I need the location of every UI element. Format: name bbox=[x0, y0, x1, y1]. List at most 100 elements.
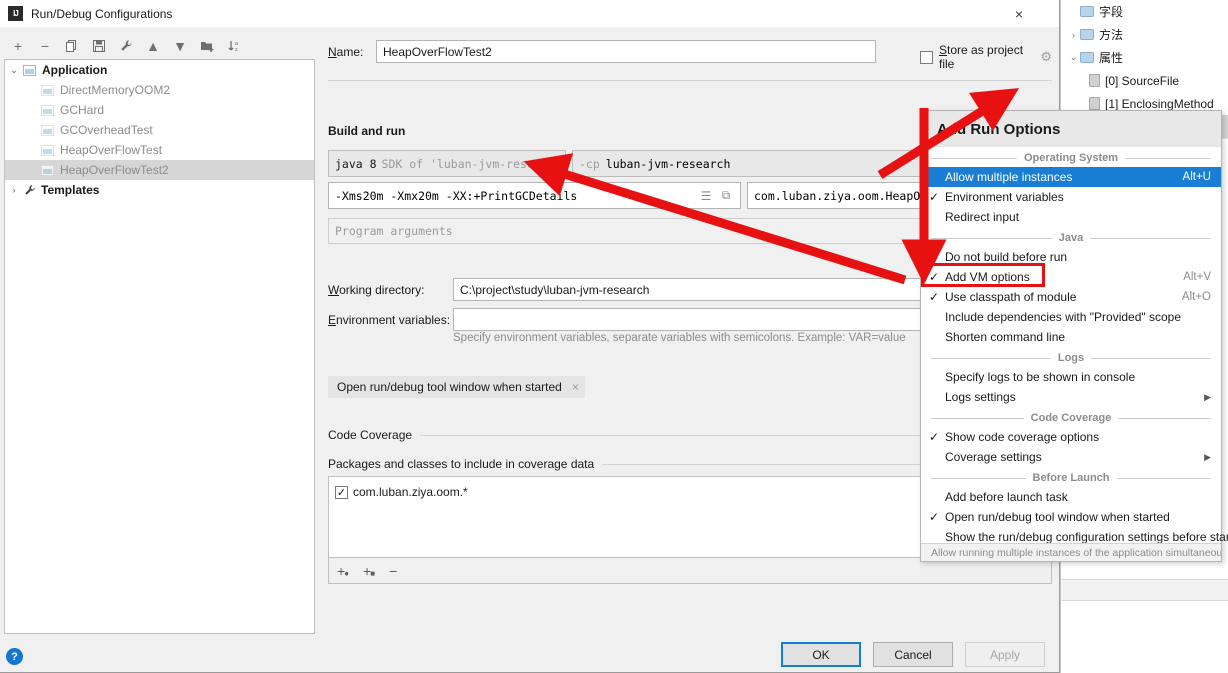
add-package-button[interactable]: + ■ bbox=[363, 563, 375, 579]
menu-group-title: Operating System bbox=[1023, 152, 1119, 164]
menu-item[interactable]: Add before launch task bbox=[921, 487, 1221, 507]
chevron-right-icon: ▶ bbox=[1204, 451, 1211, 462]
tree-group-label: Application bbox=[42, 63, 108, 77]
menu-item[interactable]: ✓ Use classpath of module Alt+O bbox=[921, 287, 1221, 307]
bg-tree-row[interactable]: ⌄ 属性 bbox=[1061, 46, 1228, 69]
bg-tree-label: [0] SourceFile bbox=[1105, 73, 1180, 88]
help-button[interactable]: ? bbox=[6, 648, 23, 665]
run-configuration-icon bbox=[41, 84, 54, 96]
classpath-flag: -cp bbox=[579, 156, 600, 171]
cancel-button[interactable]: Cancel bbox=[873, 642, 953, 667]
menu-item-label: Show code coverage options bbox=[945, 430, 1100, 444]
move-into-folder-button[interactable] bbox=[195, 35, 219, 57]
menu-item[interactable]: Include dependencies with "Provided" sco… bbox=[921, 307, 1221, 327]
bg-tree-row[interactable]: 字段 bbox=[1061, 0, 1228, 23]
menu-item-label: Logs settings bbox=[945, 390, 1016, 404]
bg-tree-label: 属性 bbox=[1099, 51, 1124, 65]
divider bbox=[328, 80, 1052, 81]
save-configuration-button[interactable] bbox=[87, 35, 111, 57]
group-rule bbox=[1091, 357, 1211, 359]
remove-pattern-button[interactable]: − bbox=[389, 563, 397, 579]
menu-item[interactable]: ✓ Open run/debug tool window when started bbox=[921, 507, 1221, 527]
add-configuration-button[interactable]: + bbox=[6, 35, 30, 57]
chevron-icon[interactable]: › bbox=[1067, 30, 1080, 40]
open-tool-window-chip[interactable]: Open run/debug tool window when started … bbox=[328, 376, 585, 398]
environment-variables-label: Environment variables: bbox=[328, 312, 451, 327]
chevron-icon[interactable]: ⌄ bbox=[1067, 52, 1080, 63]
ok-button[interactable]: OK bbox=[781, 642, 861, 667]
tree-group-templates[interactable]: › Templates bbox=[5, 180, 314, 200]
group-rule bbox=[931, 477, 1026, 479]
menu-item[interactable]: Coverage settings ▶ bbox=[921, 447, 1221, 467]
working-directory-label: Working directory: bbox=[328, 282, 425, 297]
bg-band bbox=[1061, 579, 1228, 601]
tree-item[interactable]: DirectMemoryOOM2 bbox=[5, 80, 314, 100]
sdk-sub-label: SDK of 'luban-jvm-research' m bbox=[381, 156, 566, 171]
expand-editor-icon[interactable]: ⧉ bbox=[716, 188, 736, 203]
chip-label: Open run/debug tool window when started bbox=[337, 380, 562, 394]
bg-tree-row[interactable]: [0] SourceFile bbox=[1061, 69, 1228, 92]
run-configuration-icon bbox=[41, 144, 54, 156]
remove-configuration-button[interactable]: − bbox=[33, 35, 57, 57]
tree-item[interactable]: GCHard bbox=[5, 100, 314, 120]
chevron-down-icon[interactable]: ⌄ bbox=[5, 65, 23, 76]
sort-configurations-button[interactable]: az bbox=[222, 35, 246, 57]
annotation-box-add-vm-options bbox=[921, 263, 1045, 287]
configurations-tree[interactable]: ⌄ Application DirectMemoryOOM2 GCHard GCOv… bbox=[4, 59, 315, 634]
menu-item[interactable]: Redirect input bbox=[921, 207, 1221, 227]
macro-icon[interactable]: ☰ bbox=[696, 189, 716, 203]
menu-item[interactable]: Logs settings ▶ bbox=[921, 387, 1221, 407]
coverage-pattern-label: com.luban.ziya.oom.* bbox=[353, 485, 468, 499]
check-icon: ✓ bbox=[929, 290, 940, 304]
copy-configuration-button[interactable] bbox=[60, 35, 84, 57]
menu-status-bar: Allow running multiple instances of the … bbox=[921, 543, 1221, 561]
menu-item-label: Open run/debug tool window when started bbox=[945, 510, 1170, 524]
bg-tree-row[interactable]: › 方法 bbox=[1061, 23, 1228, 46]
coverage-pattern-checkbox[interactable]: ✓ bbox=[335, 485, 348, 499]
edit-templates-button[interactable] bbox=[114, 35, 138, 57]
tree-item[interactable]: HeapOverFlowTest bbox=[5, 140, 314, 160]
menu-item-label: Show the run/debug configuration setting… bbox=[945, 530, 1228, 544]
tree-item[interactable]: GCOverheadTest bbox=[5, 120, 314, 140]
name-label: Name: bbox=[328, 44, 364, 59]
tree-item-label: GCOverheadTest bbox=[60, 123, 153, 137]
move-down-button[interactable]: ▼ bbox=[168, 35, 192, 57]
gear-icon[interactable]: ⚙ bbox=[1040, 49, 1052, 65]
store-as-project-file-checkbox[interactable] bbox=[920, 50, 933, 64]
menu-group-title: Code Coverage bbox=[1030, 412, 1112, 424]
chevron-right-icon[interactable]: › bbox=[5, 185, 23, 195]
menu-item[interactable]: Shorten command line bbox=[921, 327, 1221, 347]
name-input[interactable]: HeapOverFlowTest2 bbox=[376, 40, 876, 63]
vm-options-field[interactable]: -Xms20m -Xmx20m -XX:+PrintGCDetails ☰ ⧉ bbox=[328, 182, 741, 209]
tree-item-label: GCHard bbox=[60, 103, 105, 117]
group-rule bbox=[931, 237, 1052, 239]
tree-item-label: HeapOverFlowTest2 bbox=[60, 163, 169, 177]
close-icon[interactable]: × bbox=[572, 380, 579, 394]
menu-item-label: Specify logs to be shown in console bbox=[945, 370, 1136, 384]
menu-item-accelerator: Alt+U bbox=[1182, 171, 1211, 183]
store-as-project-file-row[interactable]: Store as project file ⚙ bbox=[920, 43, 1052, 71]
menu-group-title: Logs bbox=[1057, 352, 1085, 364]
close-icon[interactable]: × bbox=[997, 0, 1041, 27]
tree-item[interactable]: HeapOverFlowTest2 bbox=[5, 160, 314, 180]
group-rule bbox=[931, 357, 1051, 359]
menu-item[interactable]: Specify logs to be shown in console bbox=[921, 367, 1221, 387]
check-icon: ✓ bbox=[929, 430, 940, 444]
menu-item[interactable]: ✓ Environment variables bbox=[921, 187, 1221, 207]
bg-tree-label: 字段 bbox=[1099, 5, 1124, 19]
menu-group-header: Code Coverage bbox=[921, 407, 1221, 427]
tree-group-application[interactable]: ⌄ Application bbox=[5, 60, 314, 80]
add-class-button[interactable]: + ● bbox=[337, 563, 349, 579]
check-icon: ✓ bbox=[929, 510, 940, 524]
folder-icon bbox=[1080, 6, 1094, 17]
move-up-button[interactable]: ▲ bbox=[141, 35, 165, 57]
environment-variables-hint: Specify environment variables, separate … bbox=[453, 332, 906, 344]
tree-item-label: DirectMemoryOOM2 bbox=[60, 83, 171, 97]
intellij-idea-icon: IJ bbox=[8, 6, 23, 21]
apply-button[interactable]: Apply bbox=[965, 642, 1045, 667]
menu-item-label: Redirect input bbox=[945, 210, 1020, 224]
menu-group-header: Java bbox=[921, 227, 1221, 247]
jre-select[interactable]: java 8 SDK of 'luban-jvm-research' m ⌄ bbox=[328, 150, 566, 177]
menu-item[interactable]: ✓ Show code coverage options bbox=[921, 427, 1221, 447]
menu-item[interactable]: Allow multiple instances Alt+U bbox=[921, 167, 1221, 187]
